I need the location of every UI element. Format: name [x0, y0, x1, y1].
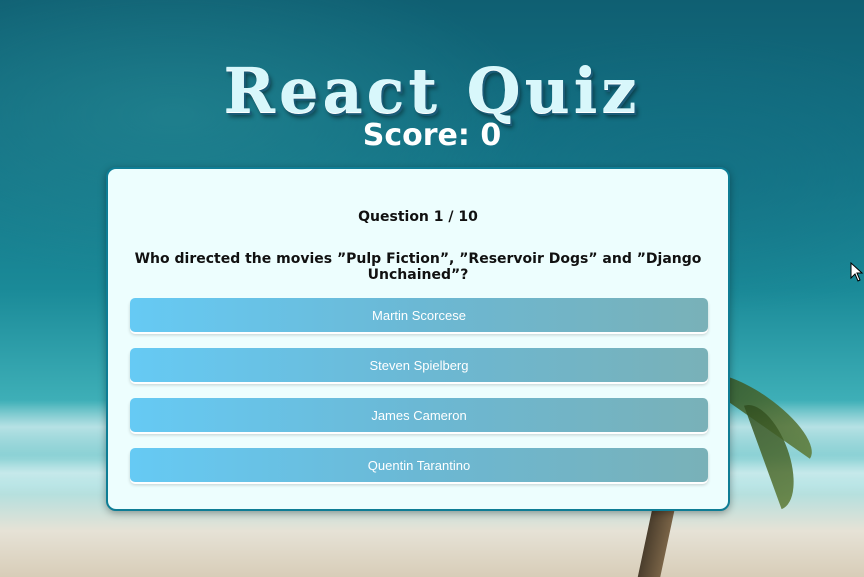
answer-button-martin-scorcese[interactable]: Martin Scorcese: [130, 298, 708, 332]
app-title: React Quiz: [223, 53, 641, 127]
question-counter: Question 1 / 10: [358, 209, 478, 225]
question-card: Question 1 / 10 Who directed the movies …: [106, 167, 730, 511]
answer-button-quentin-tarantino[interactable]: Quentin Tarantino: [130, 448, 708, 482]
answer-button-james-cameron[interactable]: James Cameron: [130, 398, 708, 432]
question-text: Who directed the movies ”Pulp Fiction”, …: [134, 251, 702, 283]
score-display: Score: 0: [362, 118, 502, 153]
answer-button-steven-spielberg[interactable]: Steven Spielberg: [130, 348, 708, 382]
answer-list: Martin Scorcese Steven Spielberg James C…: [130, 298, 708, 498]
mouse-pointer-icon: [850, 262, 864, 282]
